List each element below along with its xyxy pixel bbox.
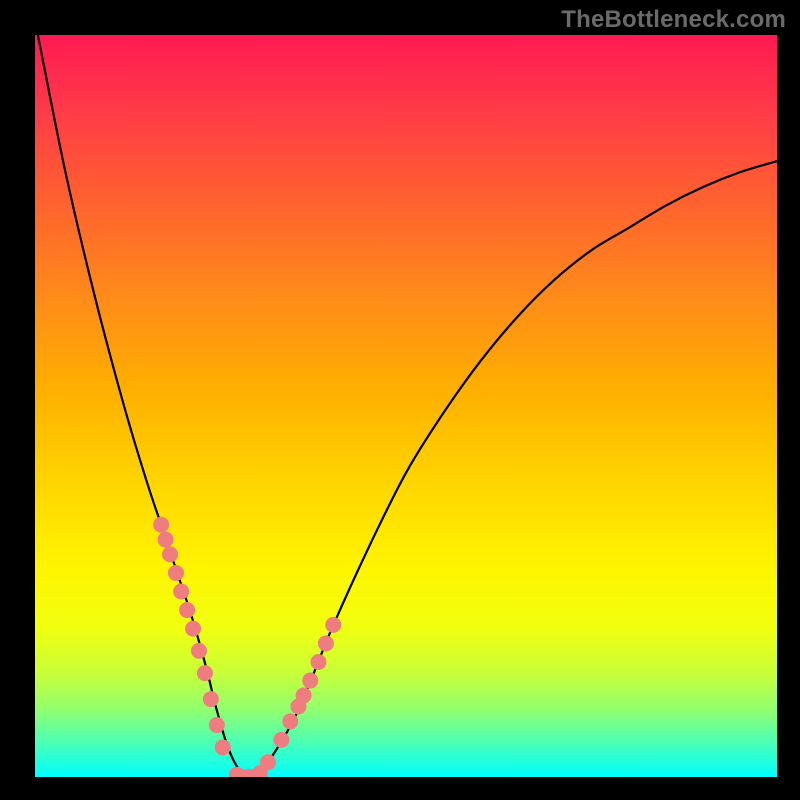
marker-dot: [185, 621, 201, 637]
marker-dot: [215, 739, 231, 755]
marker-dot: [191, 643, 207, 659]
marker-dot: [203, 691, 219, 707]
marker-dot: [153, 517, 169, 533]
marker-dot: [162, 546, 178, 562]
marker-dot: [260, 754, 276, 770]
marker-dot: [197, 665, 213, 681]
marker-dot: [325, 617, 341, 633]
marker-dot: [158, 532, 174, 548]
marker-dot: [179, 602, 195, 618]
marker-dot: [282, 713, 298, 729]
curve-svg: [35, 35, 777, 777]
plot-area: [35, 35, 777, 777]
marker-dot: [209, 717, 225, 733]
marker-dot: [302, 673, 318, 689]
watermark-text: TheBottleneck.com: [561, 6, 786, 34]
bottleneck-curve: [35, 35, 777, 777]
marker-dot: [168, 565, 184, 581]
marker-dot: [273, 732, 289, 748]
marker-dot: [296, 687, 312, 703]
marker-dot: [318, 635, 334, 651]
marker-dot: [310, 654, 326, 670]
marker-dot: [173, 584, 189, 600]
marker-group: [153, 517, 341, 777]
chart-frame: TheBottleneck.com: [0, 0, 800, 800]
